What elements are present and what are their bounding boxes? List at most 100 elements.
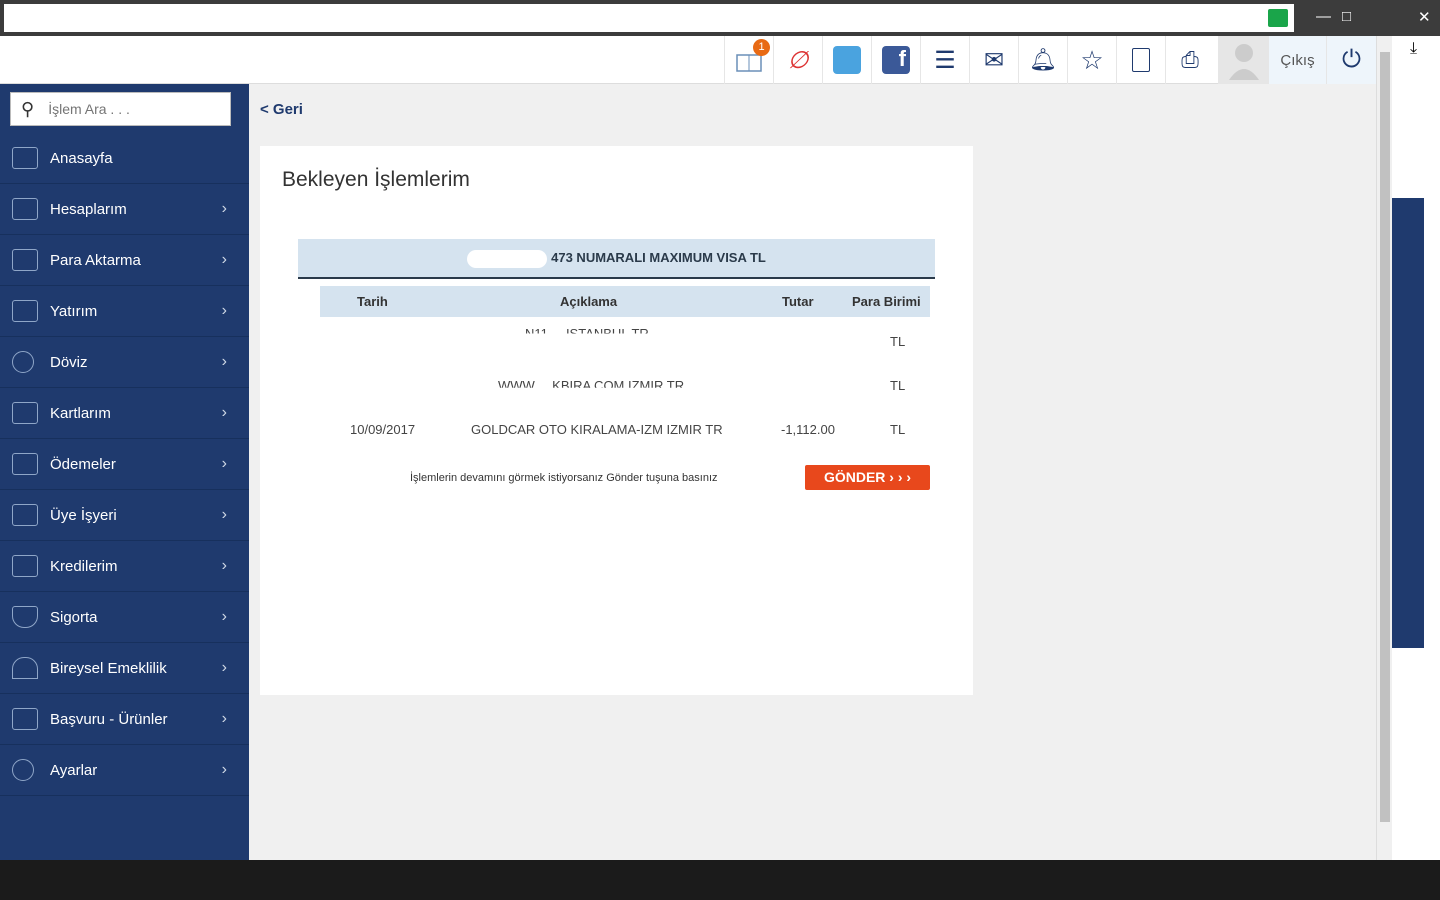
row-description: GOLDCAR OTO KIRALAMA-IZM IZMIR TR bbox=[471, 422, 723, 437]
page-title: Bekleyen İşlemlerim bbox=[282, 168, 470, 191]
column-header-description: Açıklama bbox=[560, 294, 618, 309]
logout-link[interactable]: Çıkış bbox=[1268, 36, 1326, 84]
sidebar-item-cards[interactable]: Kartlarım › bbox=[0, 388, 249, 439]
pending-transactions-card: Bekleyen İşlemlerim 473 NUMARALI MAXIMUM… bbox=[260, 146, 973, 695]
sidebar-item-investment[interactable]: Yatırım › bbox=[0, 286, 249, 337]
chevron-right-icon: › bbox=[221, 608, 227, 625]
column-header-date: Tarih bbox=[357, 294, 388, 309]
row-description: WWW. ...KBIRA COM IZMIR TR bbox=[498, 378, 685, 393]
minimize-button[interactable]: — bbox=[1316, 8, 1331, 25]
sidebar-item-label: Sigorta bbox=[50, 608, 98, 626]
search-box[interactable]: ⚲ bbox=[10, 92, 231, 126]
power-icon[interactable]: ⏻ bbox=[1326, 36, 1376, 84]
column-header-amount: Tutar bbox=[782, 294, 814, 309]
sidebar-item-pension[interactable]: Bireysel Emeklilik › bbox=[0, 643, 249, 694]
row-currency: TL bbox=[890, 378, 906, 393]
address-bar[interactable] bbox=[4, 4, 1294, 32]
chevron-right-icon: › bbox=[221, 404, 227, 421]
sidebar-item-label: Üye İşyeri bbox=[50, 506, 117, 524]
facebook-icon[interactable]: f bbox=[871, 36, 920, 84]
sidebar-item-home[interactable]: Anasayfa bbox=[0, 133, 249, 184]
chevron-right-icon: › bbox=[221, 506, 227, 523]
twitter-icon[interactable] bbox=[822, 36, 871, 84]
sidebar-item-label: Bireysel Emeklilik bbox=[50, 659, 167, 677]
extension-shield-icon[interactable] bbox=[1268, 9, 1288, 27]
briefcase-icon bbox=[12, 555, 38, 577]
sidebar-item-merchant[interactable]: Üye İşyeri › bbox=[0, 490, 249, 541]
main-content: < Geri Bekleyen İşlemlerim 473 NUMARALI … bbox=[249, 84, 1376, 860]
store-icon bbox=[12, 504, 38, 526]
document-icon bbox=[12, 708, 38, 730]
sidebar-item-label: Ödemeler bbox=[50, 455, 116, 473]
calculator-icon[interactable] bbox=[1116, 36, 1165, 84]
page-scrollbar[interactable] bbox=[1376, 36, 1392, 860]
row-currency: TL bbox=[890, 422, 906, 437]
shield-icon bbox=[12, 606, 38, 628]
chevron-right-icon: › bbox=[221, 353, 227, 370]
avatar[interactable] bbox=[1218, 36, 1268, 84]
row-date: 10/09/2017 bbox=[350, 422, 416, 437]
chevron-right-icon: › bbox=[221, 302, 227, 319]
gift-icon[interactable]: 1 bbox=[724, 36, 773, 84]
sidebar-item-accounts[interactable]: Hesaplarım › bbox=[0, 184, 249, 235]
maximize-button[interactable]: □ bbox=[1342, 8, 1351, 25]
home-icon bbox=[12, 147, 38, 169]
redaction bbox=[467, 249, 548, 268]
bar-chart-icon bbox=[12, 300, 38, 322]
list-icon[interactable]: ☰ bbox=[920, 36, 969, 84]
gear-icon bbox=[12, 759, 34, 781]
sidebar-item-insurance[interactable]: Sigorta › bbox=[0, 592, 249, 643]
chevron-right-icon: › bbox=[221, 557, 227, 574]
sidebar-item-payments[interactable]: Ödemeler › bbox=[0, 439, 249, 490]
sidebar-item-label: Ayarlar bbox=[50, 761, 98, 779]
table-row: 10/09/2017 GOLDCAR OTO KIRALAMA-IZM IZMI… bbox=[320, 414, 930, 454]
sidebar-item-applications[interactable]: Başvuru - Ürünler › bbox=[0, 694, 249, 745]
row-amount: -1,112.00 bbox=[781, 422, 835, 437]
umbrella-icon bbox=[12, 657, 38, 679]
chevron-right-icon: › bbox=[221, 200, 227, 217]
sidebar-item-currency[interactable]: Döviz › bbox=[0, 337, 249, 388]
sidebar-item-transfer[interactable]: Para Aktarma › bbox=[0, 235, 249, 286]
dollar-icon bbox=[12, 351, 34, 373]
bell-icon[interactable]: 🔔︎ bbox=[1018, 36, 1067, 84]
top-toolbar: 1 ∅ f ☰ ✉ 🔔︎ ☆ ⎙ Çıkış ⏻ bbox=[0, 36, 1376, 84]
sidebar-item-label: Hesaplarım bbox=[50, 200, 127, 218]
row-currency: TL bbox=[890, 334, 906, 349]
notification-badge: 1 bbox=[753, 39, 770, 56]
download-icon[interactable]: ⤓ bbox=[1410, 40, 1417, 58]
bank-logo-icon[interactable]: ∅ bbox=[773, 36, 822, 84]
chevron-right-icon: › bbox=[221, 659, 227, 676]
sidebar-item-settings[interactable]: Ayarlar › bbox=[0, 745, 249, 796]
search-input[interactable] bbox=[48, 101, 209, 117]
print-icon[interactable]: ⎙ bbox=[1165, 36, 1214, 84]
back-link[interactable]: < Geri bbox=[260, 101, 303, 118]
star-icon[interactable]: ☆ bbox=[1067, 36, 1116, 84]
card-icon bbox=[12, 402, 38, 424]
account-header: 473 NUMARALI MAXIMUM VISA TL bbox=[298, 239, 935, 279]
send-button[interactable]: GÖNDER › › › bbox=[805, 465, 930, 490]
sidebar-item-label: Para Aktarma bbox=[50, 251, 141, 269]
calendar-icon bbox=[12, 453, 38, 475]
close-button[interactable]: ✕ bbox=[1418, 8, 1431, 26]
account-title: 473 NUMARALI MAXIMUM VISA TL bbox=[551, 250, 766, 265]
table-row: WWW. ...KBIRA COM IZMIR TR TL bbox=[320, 370, 930, 410]
scrollbar-thumb[interactable] bbox=[1380, 52, 1390, 822]
mail-icon[interactable]: ✉ bbox=[969, 36, 1018, 84]
sidebar-item-label: Anasayfa bbox=[50, 149, 113, 167]
side-panel-block bbox=[1392, 198, 1424, 648]
table-header: Tarih Açıklama Tutar Para Birimi bbox=[320, 286, 930, 317]
chevron-right-icon: › bbox=[221, 455, 227, 472]
info-note: İşlemlerin devamını görmek istiyorsanız … bbox=[410, 472, 718, 484]
search-icon: ⚲ bbox=[21, 98, 35, 119]
sidebar-item-loans[interactable]: Kredilerim › bbox=[0, 541, 249, 592]
taskbar bbox=[0, 860, 1440, 900]
row-description: N11 ... ISTANBUL TR bbox=[525, 326, 649, 341]
sidebar: ⚲ Anasayfa Hesaplarım › Para Aktarma › Yat… bbox=[0, 84, 249, 860]
sidebar-item-label: Döviz bbox=[50, 353, 88, 371]
sidebar-item-label: Yatırım bbox=[50, 302, 98, 320]
side-panel: ⤓ bbox=[1392, 36, 1440, 860]
sidebar-item-label: Kartlarım bbox=[50, 404, 111, 422]
chevron-right-icon: › bbox=[221, 710, 227, 727]
column-header-currency: Para Birimi bbox=[852, 294, 921, 309]
browser-titlebar: — □ ✕ bbox=[0, 0, 1440, 36]
